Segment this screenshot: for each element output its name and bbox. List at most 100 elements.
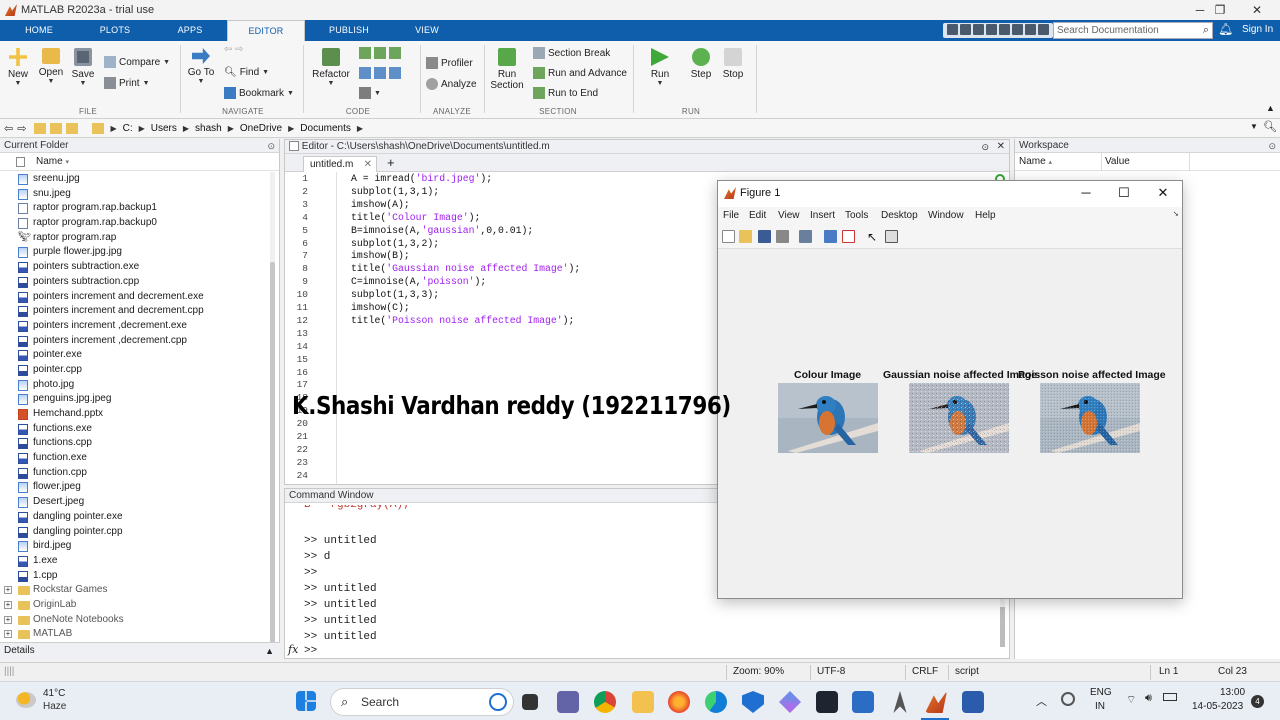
file-item[interactable]: penguins.jpg.jpeg bbox=[0, 392, 268, 407]
figure-menu-expand-icon[interactable]: ➘ bbox=[1173, 210, 1179, 218]
breadcrumb-users[interactable]: Users bbox=[151, 123, 177, 134]
close-tab-icon[interactable]: ✕ bbox=[364, 157, 372, 172]
workspace-name-column[interactable]: Name ▴ bbox=[1019, 153, 1052, 172]
code-line[interactable]: title('Gaussian noise affected Image'); bbox=[351, 263, 580, 274]
folder-item[interactable]: + Rockstar Games bbox=[0, 583, 268, 598]
collapse-ribbon-icon[interactable]: ▲ bbox=[1266, 103, 1275, 113]
terminal-icon[interactable] bbox=[816, 691, 838, 713]
details-panel-header[interactable]: Details ▲ bbox=[0, 642, 280, 659]
code-line[interactable]: title('Colour Image'); bbox=[351, 212, 480, 223]
step-button[interactable]: Step bbox=[686, 48, 716, 80]
breadcrumb-onedrive[interactable]: OneDrive bbox=[240, 123, 282, 134]
file-item[interactable]: flower.jpeg bbox=[0, 480, 268, 495]
tab-plots[interactable]: PLOTS bbox=[88, 20, 142, 41]
tab-apps[interactable]: APPS bbox=[163, 20, 217, 41]
find-button[interactable]: 🔍︎ Find ▼ bbox=[224, 67, 269, 78]
file-explorer-icon[interactable] bbox=[632, 691, 654, 713]
property-inspector-icon[interactable] bbox=[885, 230, 898, 243]
tab-publish[interactable]: PUBLISH bbox=[318, 20, 380, 41]
file-item[interactable]: pointers subtraction.exe bbox=[0, 260, 268, 275]
language-indicator-2[interactable]: IN bbox=[1095, 701, 1105, 712]
volume-icon[interactable]: 🔊︎ bbox=[1145, 692, 1152, 705]
analyze-button[interactable]: Analyze bbox=[426, 78, 477, 90]
back-forward-buttons[interactable]: ⇦ ⇨ bbox=[224, 44, 244, 55]
file-item[interactable]: bird.jpeg bbox=[0, 539, 268, 554]
refactor-button[interactable]: Refactor ▼ bbox=[310, 48, 352, 87]
code-line[interactable]: imshow(C); bbox=[351, 302, 410, 313]
figure-maximize-button[interactable]: ☐ bbox=[1114, 185, 1134, 201]
raptor-icon[interactable] bbox=[893, 691, 907, 713]
new-tab-button[interactable]: + bbox=[381, 156, 401, 172]
switch-windows-quick-icon[interactable] bbox=[1025, 24, 1036, 35]
outdent-icon[interactable] bbox=[389, 67, 401, 79]
clock-date[interactable]: 14-05-2023 bbox=[1192, 701, 1243, 712]
search-folder-icon[interactable]: 🔍︎ bbox=[1263, 120, 1277, 133]
task-view-icon[interactable] bbox=[522, 694, 538, 710]
expand-folder-icon[interactable]: + bbox=[4, 630, 12, 639]
tab-home[interactable]: HOME bbox=[12, 20, 66, 41]
command-prompt-input[interactable]: >> bbox=[304, 645, 317, 657]
file-item[interactable]: pointers increment and decrement.cpp bbox=[0, 304, 268, 319]
folder-item[interactable]: + OriginLab bbox=[0, 598, 268, 613]
panel-menu-icon[interactable]: ⊙ bbox=[267, 139, 275, 153]
code-line[interactable]: C=imnoise(A,'poisson'); bbox=[351, 276, 486, 287]
taskbar-search-box[interactable]: ⌕ Search bbox=[330, 688, 514, 716]
chrome-icon[interactable] bbox=[594, 691, 616, 713]
code-line[interactable]: subplot(1,3,3); bbox=[351, 289, 439, 300]
help-quick-icon[interactable] bbox=[1038, 24, 1049, 35]
file-item[interactable]: functions.exe bbox=[0, 422, 268, 437]
fx-insert-button[interactable]: ▼ bbox=[359, 87, 381, 99]
figure-menu-desktop[interactable]: Desktop bbox=[881, 210, 918, 221]
save-quick-icon[interactable] bbox=[947, 24, 958, 35]
insert-colorbar-icon[interactable] bbox=[824, 230, 837, 243]
close-editor-icon[interactable]: ✕ bbox=[997, 140, 1005, 154]
expand-folder-icon[interactable]: + bbox=[4, 586, 12, 595]
comment-icon[interactable] bbox=[359, 47, 371, 59]
file-item[interactable]: 🦖︎ raptor program.rap bbox=[0, 231, 268, 246]
open-file-icon[interactable] bbox=[739, 230, 752, 243]
file-item[interactable]: dangling pointer.exe bbox=[0, 510, 268, 525]
workspace-value-column[interactable]: Value bbox=[1105, 153, 1130, 171]
search-documentation-input[interactable]: Search Documentation ⌕ bbox=[1053, 22, 1213, 39]
file-item[interactable]: pointers increment ,decrement.cpp bbox=[0, 334, 268, 349]
clock-time[interactable]: 13:00 bbox=[1220, 687, 1245, 698]
file-item[interactable]: Desert.jpeg bbox=[0, 495, 268, 510]
sign-in-link[interactable]: Sign In bbox=[1242, 24, 1273, 35]
file-item[interactable]: pointers increment and decrement.exe bbox=[0, 290, 268, 305]
breadcrumb-documents[interactable]: Documents bbox=[300, 123, 351, 134]
file-item[interactable]: dangling pointer.cpp bbox=[0, 525, 268, 540]
file-item[interactable]: 1.exe bbox=[0, 554, 268, 569]
scrollbar-thumb[interactable] bbox=[1000, 607, 1005, 647]
editor-tab-untitled[interactable]: untitled.m ✕ bbox=[303, 156, 377, 172]
firefox-icon[interactable] bbox=[668, 691, 690, 713]
panel-menu-icon[interactable]: ⊙ bbox=[1268, 139, 1276, 153]
breadcrumb-drive[interactable]: C: bbox=[123, 123, 133, 134]
breadcrumb-shash[interactable]: shash bbox=[195, 123, 222, 134]
battery-icon[interactable] bbox=[1163, 693, 1177, 701]
file-item[interactable]: 1.cpp bbox=[0, 569, 268, 584]
forward-arrow-icon[interactable]: ⇨ bbox=[17, 122, 26, 135]
teams-chat-icon[interactable] bbox=[557, 691, 579, 713]
sync-icon[interactable] bbox=[1061, 692, 1075, 706]
file-item[interactable]: function.cpp bbox=[0, 466, 268, 481]
file-item[interactable]: raptor program.rap.backup1 bbox=[0, 201, 268, 216]
fx-function-browser-icon[interactable]: fx bbox=[288, 643, 298, 656]
file-item[interactable]: pointer.cpp bbox=[0, 363, 268, 378]
redo-quick-icon[interactable] bbox=[1012, 24, 1023, 35]
indent-icon-group[interactable] bbox=[359, 67, 401, 79]
panel-menu-icon[interactable]: ⊙ bbox=[981, 140, 989, 154]
file-item[interactable]: purple flower.jpg.jpg bbox=[0, 245, 268, 260]
windows-start-icon[interactable] bbox=[296, 691, 316, 711]
comment-icon-group[interactable] bbox=[359, 47, 401, 59]
file-item[interactable]: raptor program.rap.backup0 bbox=[0, 216, 268, 231]
browse-folder-icon[interactable] bbox=[50, 122, 63, 134]
indent-icon[interactable] bbox=[374, 67, 386, 79]
word-icon[interactable] bbox=[962, 691, 984, 713]
code-line[interactable]: subplot(1,3,1); bbox=[351, 186, 439, 197]
link-plot-icon[interactable] bbox=[799, 230, 812, 243]
paste-quick-icon[interactable] bbox=[986, 24, 997, 35]
app-window-icon[interactable] bbox=[852, 691, 874, 713]
open-button[interactable]: Open ▼ bbox=[37, 48, 65, 85]
code-line[interactable]: title('Poisson noise affected Image'); bbox=[351, 315, 574, 326]
defender-shield-icon[interactable] bbox=[742, 691, 764, 713]
